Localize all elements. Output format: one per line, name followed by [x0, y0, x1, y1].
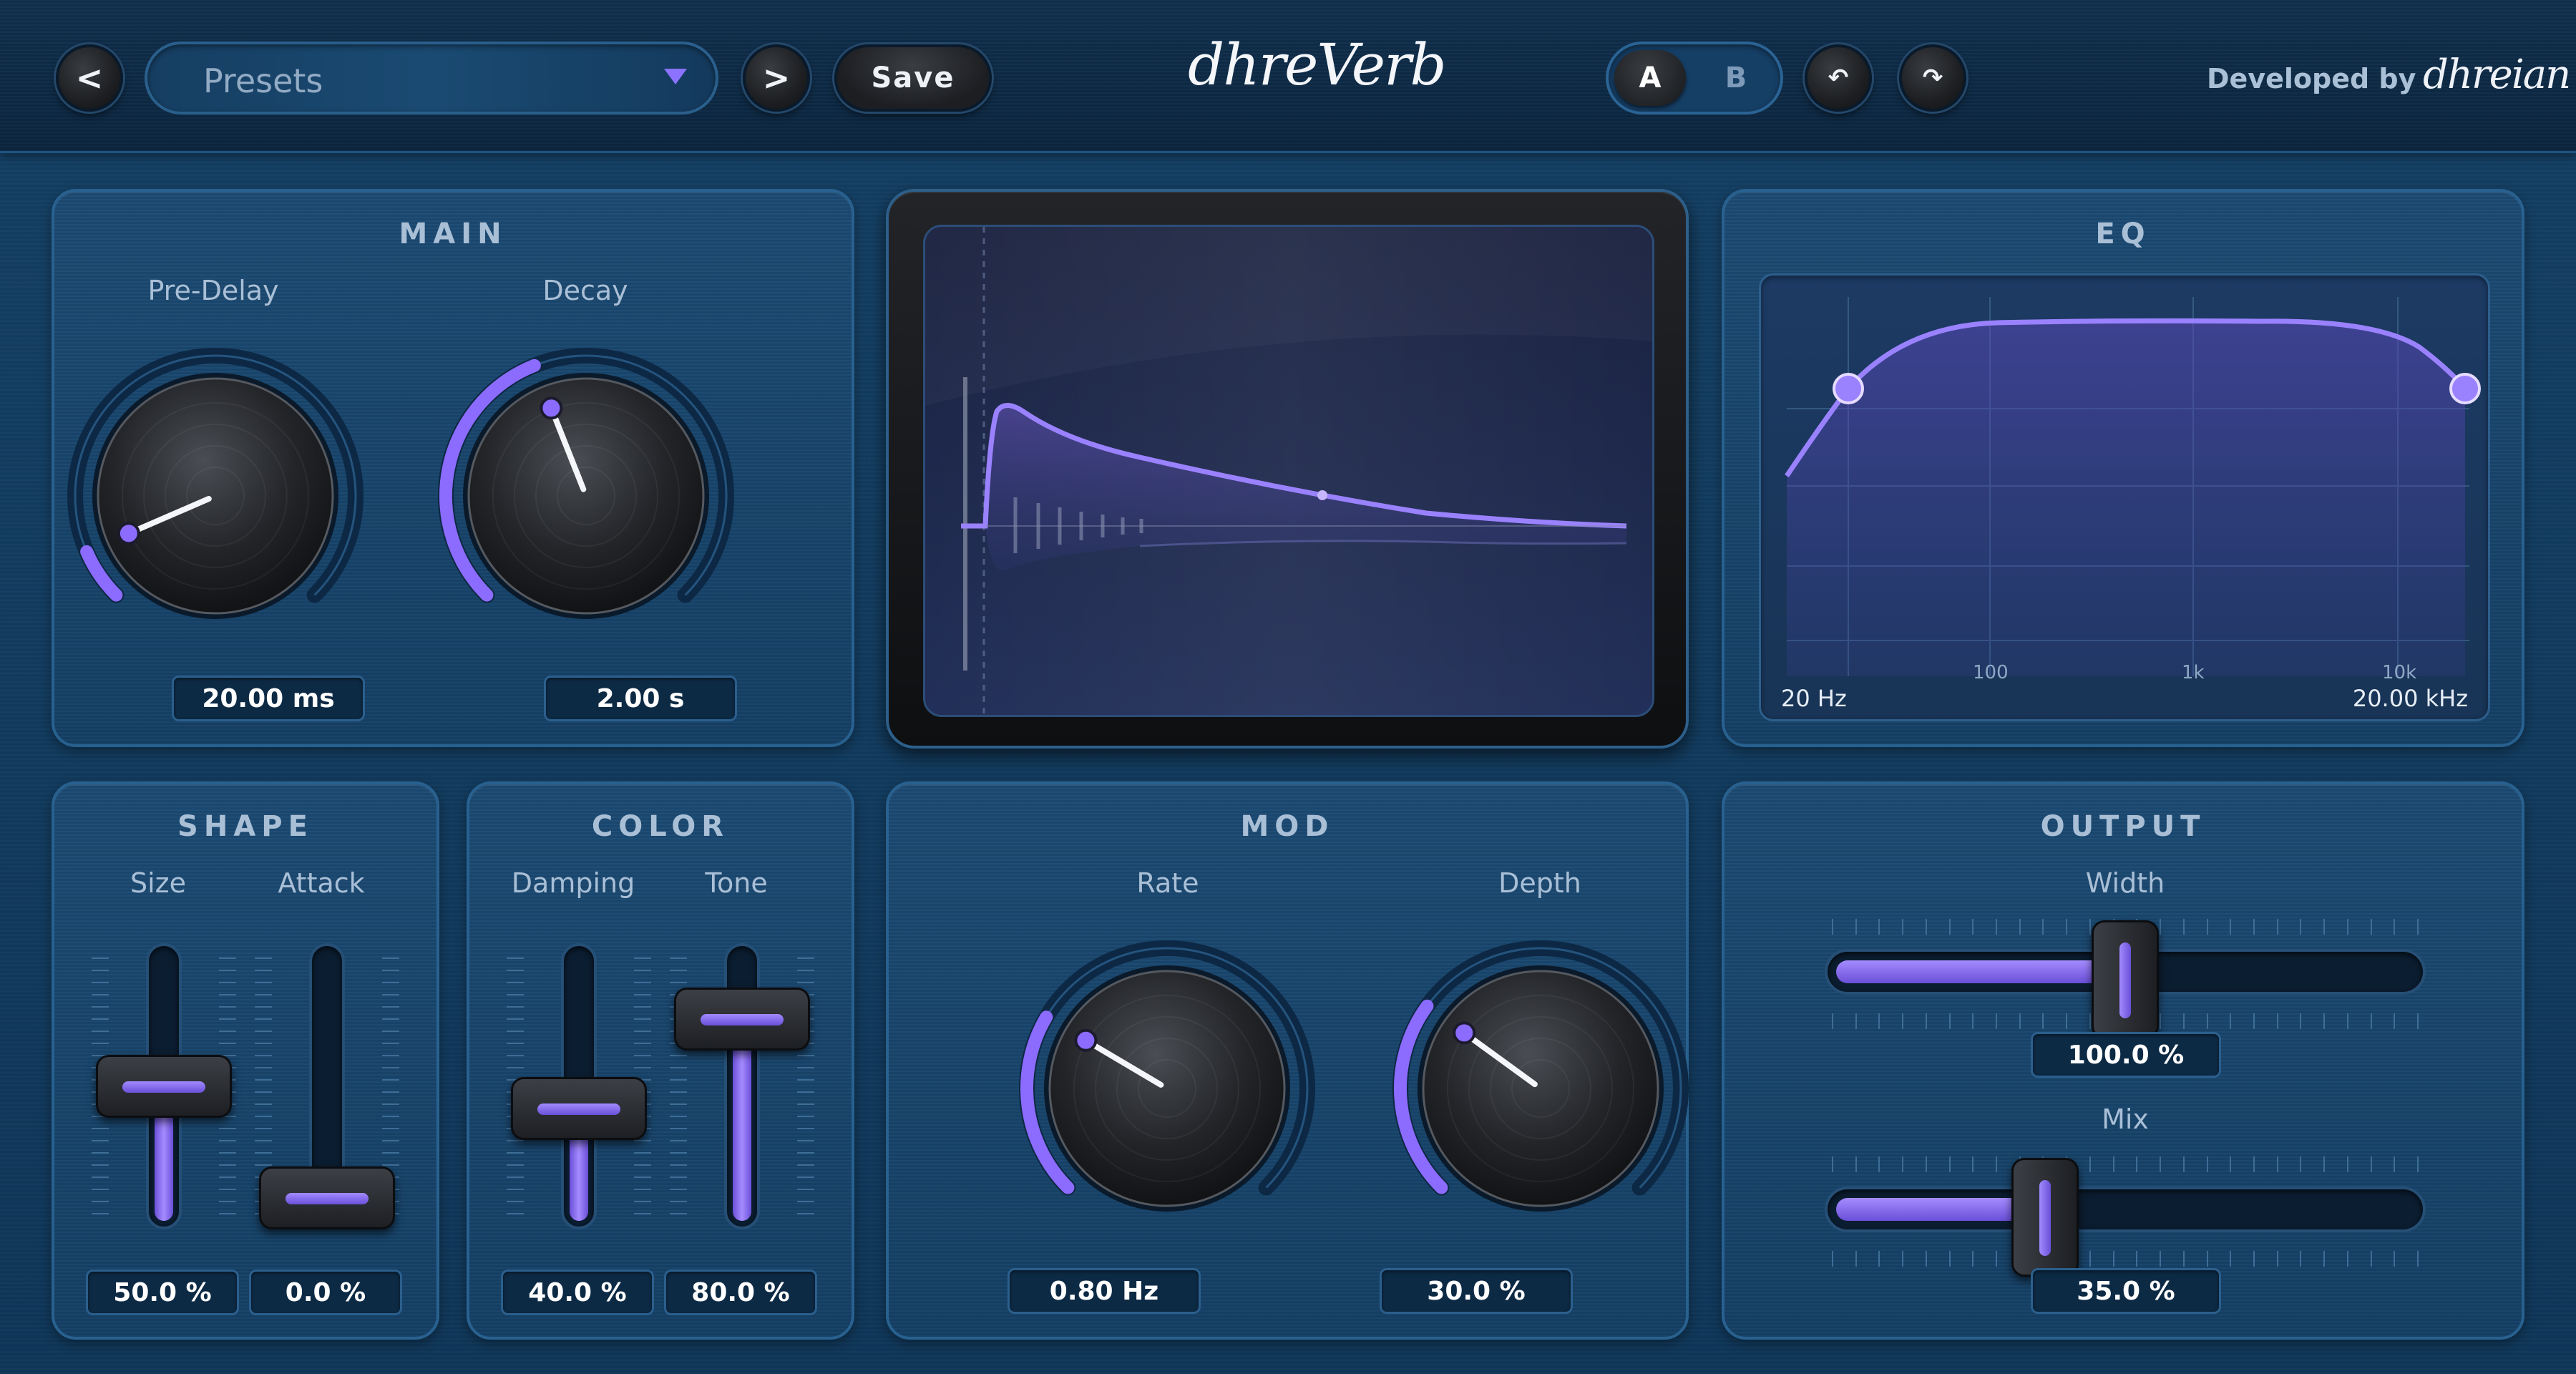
slider-handle[interactable]	[259, 1166, 395, 1229]
attack-value[interactable]: 0.0 %	[249, 1270, 402, 1315]
redo-icon: ↷	[1922, 64, 1943, 92]
ab-b-button[interactable]: B	[1700, 50, 1772, 106]
slider-track	[724, 943, 760, 1229]
tone-label: Tone	[705, 867, 768, 899]
output-panel: OUTPUT Width 100.0 % Mix 35.0 %	[1722, 781, 2524, 1340]
predelay-label: Pre-Delay	[147, 275, 279, 306]
dropdown-arrow-icon	[664, 69, 687, 84]
decay-value[interactable]: 2.00 s	[544, 676, 737, 721]
previous-preset-button[interactable]: <	[56, 44, 123, 112]
eq-high-frequency: 20.00 kHz	[2352, 685, 2468, 712]
slider-handle[interactable]	[2011, 1158, 2079, 1277]
preset-dropdown[interactable]: Presets	[145, 42, 718, 114]
eq-high-cut-handle[interactable]	[2449, 373, 2481, 404]
header-bar: < Presets > Save dhreVerb A B ↶ ↷ Develo…	[0, 0, 2576, 153]
size-value[interactable]: 50.0 %	[86, 1270, 239, 1315]
slider-tick-marks	[1832, 1156, 2419, 1172]
attack-label: Attack	[278, 867, 365, 899]
knob-pointer-dot	[540, 396, 563, 420]
ab-a-button[interactable]: A	[1614, 50, 1686, 106]
eq-tick-10k: 10k	[2382, 662, 2417, 683]
knob-body	[467, 377, 705, 615]
slider-handle[interactable]	[2092, 920, 2159, 1039]
plugin-title: dhreVerb	[1188, 31, 1447, 98]
eq-curve-svg	[1785, 297, 2481, 676]
mix-slider[interactable]	[1825, 1144, 2426, 1277]
predelay-knob[interactable]	[54, 335, 376, 657]
shape-title: SHAPE	[177, 810, 313, 843]
decay-point-handle[interactable]	[1317, 490, 1327, 500]
damping-label: Damping	[511, 867, 635, 899]
developed-by-label: Developed by	[2207, 63, 2416, 94]
eq-panel: EQ 100 1k 10k 20 Hz 20.00 kHz	[1722, 189, 2524, 747]
main-title: MAIN	[399, 218, 507, 250]
size-slider[interactable]	[92, 943, 236, 1229]
tone-slider[interactable]	[670, 943, 814, 1229]
slider-fill	[1836, 1198, 2038, 1221]
knob-body	[97, 377, 334, 615]
ab-switch: A B	[1606, 42, 1783, 114]
reverb-display	[886, 189, 1689, 749]
width-value[interactable]: 100.0 %	[2031, 1032, 2221, 1078]
depth-label: Depth	[1498, 867, 1581, 899]
output-title: OUTPUT	[2040, 810, 2206, 843]
eq-tick-1k: 1k	[2182, 662, 2205, 683]
attack-slider[interactable]	[255, 943, 399, 1229]
damping-slider[interactable]	[507, 943, 651, 1229]
slider-handle[interactable]	[511, 1077, 647, 1141]
knob-body	[1048, 970, 1286, 1207]
undo-icon: ↶	[1828, 64, 1849, 92]
color-title: COLOR	[591, 810, 730, 843]
mix-value[interactable]: 35.0 %	[2031, 1268, 2221, 1314]
shape-panel: SHAPE Size Attack 50.0 % 0.0 %	[52, 781, 439, 1340]
damping-value[interactable]: 40.0 %	[501, 1270, 654, 1315]
depth-knob[interactable]	[1380, 927, 1702, 1249]
save-button[interactable]: Save	[834, 44, 992, 112]
eq-area	[1787, 321, 2465, 676]
mod-panel: MOD Rate Depth 0.80 Hz 30.0 %	[886, 781, 1689, 1340]
slider-handle[interactable]	[96, 1055, 232, 1118]
decay-label: Decay	[542, 275, 628, 306]
eq-title: EQ	[2095, 218, 2151, 250]
decay-envelope-graph	[925, 227, 1652, 715]
width-slider[interactable]	[1825, 906, 2426, 1039]
redo-button[interactable]: ↷	[1899, 44, 1966, 112]
width-label: Width	[2085, 867, 2165, 899]
decay-knob[interactable]	[425, 335, 747, 657]
eq-low-frequency: 20 Hz	[1781, 685, 1847, 712]
knob-pointer-dot	[1453, 1021, 1476, 1045]
slider-fill	[1836, 960, 2117, 983]
depth-value[interactable]: 30.0 %	[1380, 1268, 1573, 1314]
eq-tick-100: 100	[1973, 662, 2009, 683]
knob-body	[1422, 970, 1659, 1207]
tone-value[interactable]: 80.0 %	[664, 1270, 817, 1315]
size-label: Size	[130, 867, 186, 899]
knob-pointer-dot	[117, 522, 140, 545]
eq-graph[interactable]: 100 1k 10k 20 Hz 20.00 kHz	[1759, 273, 2490, 721]
main-panel: MAIN Pre-Delay Decay 20.00 ms 2.00 s	[52, 189, 854, 747]
slider-handle[interactable]	[674, 988, 810, 1051]
rate-value[interactable]: 0.80 Hz	[1008, 1268, 1201, 1314]
preset-label: Presets	[203, 62, 323, 100]
rate-label: Rate	[1136, 867, 1199, 899]
knob-pointer-dot	[1074, 1028, 1098, 1052]
slider-track	[1825, 1187, 2426, 1232]
slider-tick-marks	[1832, 1251, 2419, 1267]
developer-name: dhreian	[2423, 52, 2571, 98]
eq-low-cut-handle[interactable]	[1833, 373, 1864, 404]
mix-label: Mix	[2102, 1103, 2149, 1135]
mod-title: MOD	[1240, 810, 1335, 843]
color-panel: COLOR Damping Tone 40.0 % 80.0 %	[467, 781, 854, 1340]
undo-button[interactable]: ↶	[1805, 44, 1872, 112]
rate-knob[interactable]	[1006, 927, 1328, 1249]
next-preset-button[interactable]: >	[743, 44, 810, 112]
predelay-value[interactable]: 20.00 ms	[172, 676, 365, 721]
reverb-display-screen	[923, 225, 1654, 717]
